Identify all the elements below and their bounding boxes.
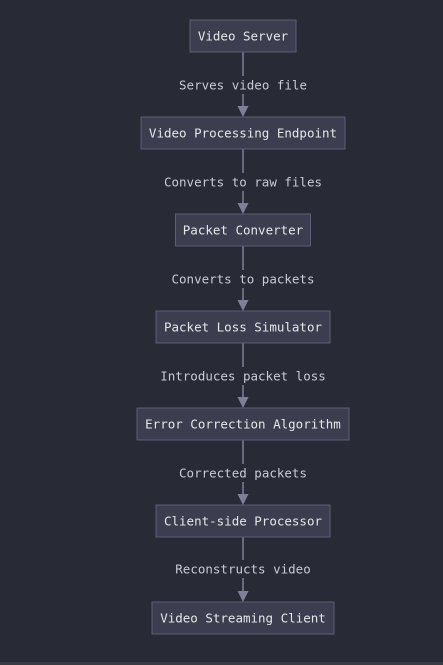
edge-label: Reconstructs video — [175, 562, 310, 577]
edge-label: Corrected packets — [179, 466, 307, 481]
node-packet-loss-simulator: Packet Loss Simulator — [155, 310, 331, 344]
arrow-head-icon — [237, 203, 249, 214]
node-label: Video Processing Endpoint — [149, 126, 337, 141]
edge-video-server-to-video-processing-endpoint: Serves video file — [174, 52, 312, 117]
edge-label: Converts to packets — [172, 272, 315, 287]
node-label: Video Server — [198, 29, 289, 44]
node-client-side-processor: Client-side Processor — [155, 504, 331, 538]
edge-label: Serves video file — [179, 78, 307, 93]
node-label: Video Streaming Client — [160, 611, 326, 626]
node-error-correction-algorithm: Error Correction Algorithm — [136, 407, 350, 441]
node-video-server: Video Server — [189, 19, 297, 53]
flow-diagram: Serves video file Converts to raw files Co… — [136, 19, 350, 635]
edge-client-side-processor-to-video-streaming-client: Reconstructs video — [170, 537, 316, 602]
edge-error-correction-algorithm-to-client-side-processor: Corrected packets — [174, 440, 312, 505]
edge-packet-converter-to-packet-loss-simulator: Converts to packets — [166, 246, 320, 311]
arrow-head-icon — [237, 300, 249, 311]
node-video-streaming-client: Video Streaming Client — [151, 601, 335, 635]
edge-label: Introduces packet loss — [160, 369, 326, 384]
arrow-head-icon — [237, 106, 249, 117]
node-label: Packet Converter — [183, 223, 304, 238]
edge-video-processing-endpoint-to-packet-converter: Converts to raw files — [159, 149, 327, 214]
node-packet-converter: Packet Converter — [175, 213, 311, 247]
arrow-head-icon — [237, 397, 249, 408]
edge-packet-loss-simulator-to-error-correction-algorithm: Introduces packet loss — [155, 343, 331, 408]
node-label: Error Correction Algorithm — [145, 417, 341, 432]
node-label: Client-side Processor — [164, 514, 323, 529]
arrow-head-icon — [237, 591, 249, 602]
edge-label: Converts to raw files — [164, 175, 322, 190]
arrow-head-icon — [237, 494, 249, 505]
node-label: Packet Loss Simulator — [164, 320, 323, 335]
node-video-processing-endpoint: Video Processing Endpoint — [140, 116, 346, 150]
